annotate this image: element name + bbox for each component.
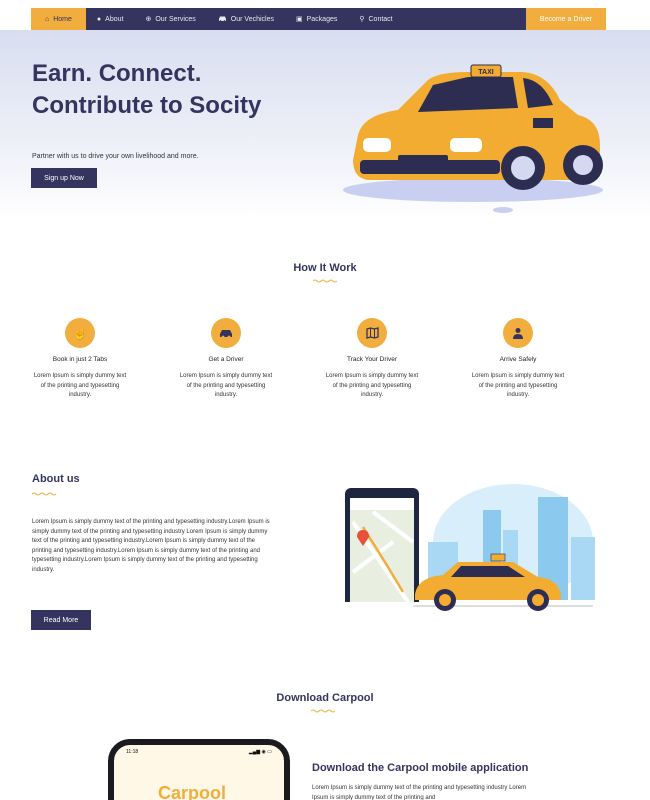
title-underline	[32, 492, 56, 496]
phone-time: 11:18	[126, 749, 139, 755]
nav-packages-label: Packages	[306, 15, 338, 23]
nav-about[interactable]: ● About	[86, 8, 135, 30]
map-taxi-illustration: SIGN UP	[343, 484, 598, 628]
download-text: Lorem Ipsum is simply dummy text of the …	[312, 785, 527, 800]
nav-services[interactable]: ⊕ Our Services	[134, 8, 206, 30]
about-text: Lorem Ipsum is simply dummy text of the …	[32, 519, 270, 573]
step-title: Track Your Driver	[347, 356, 397, 363]
nav-contact[interactable]: ⚲ Contact	[348, 8, 403, 30]
package-icon: ▣	[295, 15, 303, 23]
info-icon: ●	[96, 15, 102, 23]
nav-home[interactable]: ⌂ Home	[31, 8, 86, 30]
top-nav: ⌂ Home ● About ⊕ Our Services Our Vechic…	[31, 8, 606, 30]
step-text: Lorem Ipsum is simply dummy text of the …	[33, 373, 127, 398]
step-title: Book in just 2 Tabs	[52, 356, 108, 363]
step-title: Get a Driver	[208, 356, 244, 363]
nav-vehicles[interactable]: Our Vechicles	[207, 8, 285, 30]
carpool-logo: Carpool	[158, 783, 227, 800]
how-it-work-title: How It Work	[293, 262, 357, 274]
nav-about-label: About	[105, 15, 124, 23]
nav-vehicles-label: Our Vechicles	[230, 15, 274, 23]
step-text: Lorem Ipsum is simply dummy text of the …	[471, 373, 565, 398]
phone-mockup: 11:18 ▂▄▆ ◉ ▭ Carpool	[108, 739, 290, 800]
services-icon: ⊕	[145, 15, 152, 23]
step-book: ☝ Book in just 2 Tabs Lorem Ipsum is sim…	[25, 318, 135, 401]
step-text: Lorem Ipsum is simply dummy text of the …	[179, 373, 273, 398]
location-pin-icon: ⚲	[359, 15, 365, 23]
car-icon	[211, 318, 241, 348]
hero-title: Earn. Connect. Contribute to Socity	[32, 60, 262, 119]
phone-status-bar: 11:18 ▂▄▆ ◉ ▭	[114, 745, 284, 759]
read-more-button[interactable]: Read More	[31, 610, 91, 630]
map-icon	[357, 318, 387, 348]
car-icon	[218, 15, 227, 24]
nav-packages[interactable]: ▣ Packages	[285, 8, 348, 30]
step-text: Lorem Ipsum is simply dummy text of the …	[325, 373, 419, 398]
taxi-sign-text: TAXI	[478, 69, 493, 76]
title-underline	[311, 709, 335, 713]
signal-icon: ▂▄▆ ◉ ▭	[248, 749, 272, 755]
step-track: Track Your Driver Lorem Ipsum is simply …	[317, 318, 427, 401]
nav-services-label: Our Services	[155, 15, 196, 23]
nav-home-label: Home	[53, 15, 72, 23]
hand-pointer-icon: ☝	[65, 318, 95, 348]
download-heading: Download the Carpool mobile application	[312, 762, 529, 774]
step-arrive: Arrive Safely Lorem Ipsum is simply dumm…	[463, 318, 573, 401]
step-driver: Get a Driver Lorem Ipsum is simply dummy…	[171, 318, 281, 401]
download-title: Download Carpool	[276, 692, 374, 704]
sign-up-button[interactable]: Sign up Now	[31, 168, 97, 188]
title-underline	[313, 279, 337, 283]
step-title: Arrive Safely	[499, 356, 537, 363]
become-driver-button[interactable]: Become a Driver	[526, 8, 606, 30]
nav-contact-label: Contact	[368, 15, 393, 23]
taxi-illustration: TAXI	[343, 64, 603, 213]
about-title: About us	[32, 473, 80, 485]
home-icon: ⌂	[45, 15, 50, 23]
hero-subtitle: Partner with us to drive your own liveli…	[32, 153, 199, 160]
user-icon	[503, 318, 533, 348]
